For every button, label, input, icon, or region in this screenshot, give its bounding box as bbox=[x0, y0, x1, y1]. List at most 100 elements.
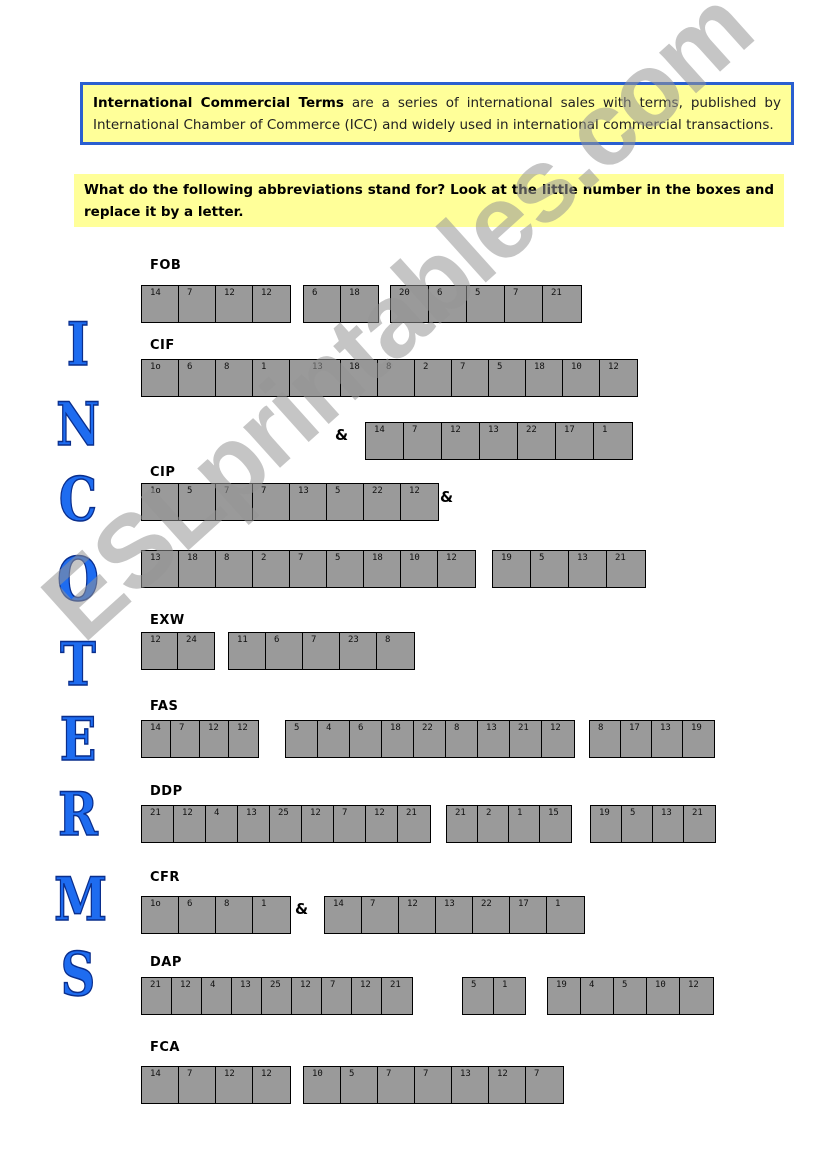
letter-box[interactable]: 25 bbox=[262, 978, 292, 1014]
letter-box[interactable]: 8 bbox=[378, 360, 415, 396]
letter-box[interactable]: 13 bbox=[290, 484, 327, 520]
letter-box[interactable]: 2 bbox=[478, 806, 509, 842]
letter-box[interactable]: 5 bbox=[463, 978, 494, 1014]
letter-box[interactable]: 7 bbox=[303, 633, 340, 669]
letter-box[interactable]: 18 bbox=[382, 721, 414, 757]
letter-box[interactable]: 7 bbox=[505, 286, 543, 322]
letter-box[interactable]: 12 bbox=[442, 423, 480, 459]
letter-box[interactable]: 12 bbox=[542, 721, 574, 757]
letter-box[interactable]: 21 bbox=[510, 721, 542, 757]
letter-box[interactable]: 22 bbox=[364, 484, 401, 520]
letter-box[interactable]: 5 bbox=[467, 286, 505, 322]
letter-box[interactable]: 1 bbox=[494, 978, 525, 1014]
letter-box[interactable]: 4 bbox=[581, 978, 614, 1014]
letter-box[interactable]: 14 bbox=[366, 423, 404, 459]
letter-box[interactable]: 1 bbox=[509, 806, 540, 842]
letter-box[interactable]: 13 bbox=[452, 1067, 489, 1103]
letter-box[interactable]: 22 bbox=[473, 897, 510, 933]
letter-box[interactable]: 1 bbox=[253, 360, 290, 396]
letter-box[interactable]: 21 bbox=[607, 551, 645, 587]
letter-box[interactable]: 7 bbox=[526, 1067, 563, 1103]
letter-box[interactable]: 5 bbox=[614, 978, 647, 1014]
letter-box[interactable]: 13 bbox=[304, 360, 341, 396]
letter-box[interactable]: 12 bbox=[216, 286, 253, 322]
letter-box[interactable]: 12 bbox=[172, 978, 202, 1014]
letter-box[interactable]: 13 bbox=[480, 423, 518, 459]
letter-box[interactable]: 14 bbox=[142, 721, 171, 757]
letter-box[interactable]: 8 bbox=[216, 360, 253, 396]
letter-box[interactable]: 7 bbox=[171, 721, 200, 757]
letter-box[interactable]: 13 bbox=[238, 806, 270, 842]
letter-box[interactable]: 12 bbox=[438, 551, 475, 587]
letter-box[interactable]: 1o bbox=[142, 360, 179, 396]
letter-box[interactable]: 7 bbox=[378, 1067, 415, 1103]
letter-box[interactable]: 19 bbox=[591, 806, 622, 842]
letter-box[interactable]: 11 bbox=[229, 633, 266, 669]
letter-box[interactable]: 10 bbox=[563, 360, 600, 396]
letter-box[interactable]: 4 bbox=[206, 806, 238, 842]
letter-box[interactable]: 22 bbox=[518, 423, 556, 459]
letter-box[interactable]: 6 bbox=[350, 721, 382, 757]
letter-box[interactable]: 21 bbox=[684, 806, 715, 842]
letter-box[interactable]: 21 bbox=[382, 978, 412, 1014]
letter-box[interactable]: 6 bbox=[429, 286, 467, 322]
letter-box[interactable]: 24 bbox=[178, 633, 214, 669]
letter-box[interactable]: 2 bbox=[415, 360, 452, 396]
letter-box[interactable]: 10 bbox=[401, 551, 438, 587]
letter-box[interactable]: 15 bbox=[540, 806, 571, 842]
letter-box[interactable]: 12 bbox=[200, 721, 229, 757]
letter-box[interactable]: 12 bbox=[216, 1067, 253, 1103]
letter-box[interactable]: 7 bbox=[216, 484, 253, 520]
letter-box[interactable]: 12 bbox=[253, 1067, 290, 1103]
letter-box[interactable]: 17 bbox=[621, 721, 652, 757]
letter-box[interactable]: 19 bbox=[683, 721, 714, 757]
letter-box[interactable]: 12 bbox=[253, 286, 290, 322]
letter-box[interactable]: 1 bbox=[594, 423, 632, 459]
letter-box[interactable]: 6 bbox=[179, 360, 216, 396]
letter-box[interactable]: 8 bbox=[590, 721, 621, 757]
letter-box[interactable]: 10 bbox=[647, 978, 680, 1014]
letter-box[interactable]: 7 bbox=[362, 897, 399, 933]
letter-box[interactable]: 19 bbox=[493, 551, 531, 587]
letter-box[interactable]: 12 bbox=[174, 806, 206, 842]
letter-box[interactable]: 12 bbox=[302, 806, 334, 842]
letter-box[interactable]: 7 bbox=[253, 484, 290, 520]
letter-box[interactable]: 21 bbox=[447, 806, 478, 842]
letter-box[interactable]: 7 bbox=[322, 978, 352, 1014]
letter-box[interactable]: 21 bbox=[142, 806, 174, 842]
letter-box[interactable]: 5 bbox=[531, 551, 569, 587]
letter-box[interactable]: 6 bbox=[304, 286, 341, 322]
letter-box[interactable]: 13 bbox=[142, 551, 179, 587]
letter-box[interactable]: 14 bbox=[325, 897, 362, 933]
letter-box[interactable]: 1 bbox=[253, 897, 290, 933]
letter-box[interactable]: 14 bbox=[142, 286, 179, 322]
letter-box[interactable]: 18 bbox=[341, 286, 378, 322]
letter-box[interactable]: 17 bbox=[556, 423, 594, 459]
letter-box[interactable]: 18 bbox=[341, 360, 378, 396]
letter-box[interactable]: 25 bbox=[270, 806, 302, 842]
letter-box[interactable]: 12 bbox=[401, 484, 438, 520]
letter-box[interactable]: 23 bbox=[340, 633, 377, 669]
letter-box[interactable]: 13 bbox=[436, 897, 473, 933]
letter-box[interactable]: 8 bbox=[377, 633, 414, 669]
letter-box[interactable]: 7 bbox=[179, 1067, 216, 1103]
letter-box[interactable]: 5 bbox=[327, 484, 364, 520]
letter-box[interactable]: 12 bbox=[680, 978, 713, 1014]
letter-box[interactable]: 12 bbox=[399, 897, 436, 933]
letter-box[interactable]: 1o bbox=[142, 897, 179, 933]
letter-box[interactable]: 21 bbox=[398, 806, 430, 842]
letter-box[interactable]: 19 bbox=[548, 978, 581, 1014]
letter-box[interactable]: 7 bbox=[290, 551, 327, 587]
letter-box[interactable]: 18 bbox=[364, 551, 401, 587]
letter-box[interactable]: 8 bbox=[216, 551, 253, 587]
letter-box[interactable]: 17 bbox=[510, 897, 547, 933]
letter-box[interactable]: 7 bbox=[404, 423, 442, 459]
letter-box[interactable]: 2 bbox=[253, 551, 290, 587]
letter-box[interactable]: 12 bbox=[229, 721, 258, 757]
letter-box[interactable]: 4 bbox=[202, 978, 232, 1014]
letter-box[interactable]: 7 bbox=[334, 806, 366, 842]
letter-box[interactable]: 1o bbox=[142, 484, 179, 520]
letter-box[interactable]: 1 bbox=[547, 897, 584, 933]
letter-box[interactable]: 21 bbox=[543, 286, 581, 322]
letter-box[interactable]: 13 bbox=[232, 978, 262, 1014]
